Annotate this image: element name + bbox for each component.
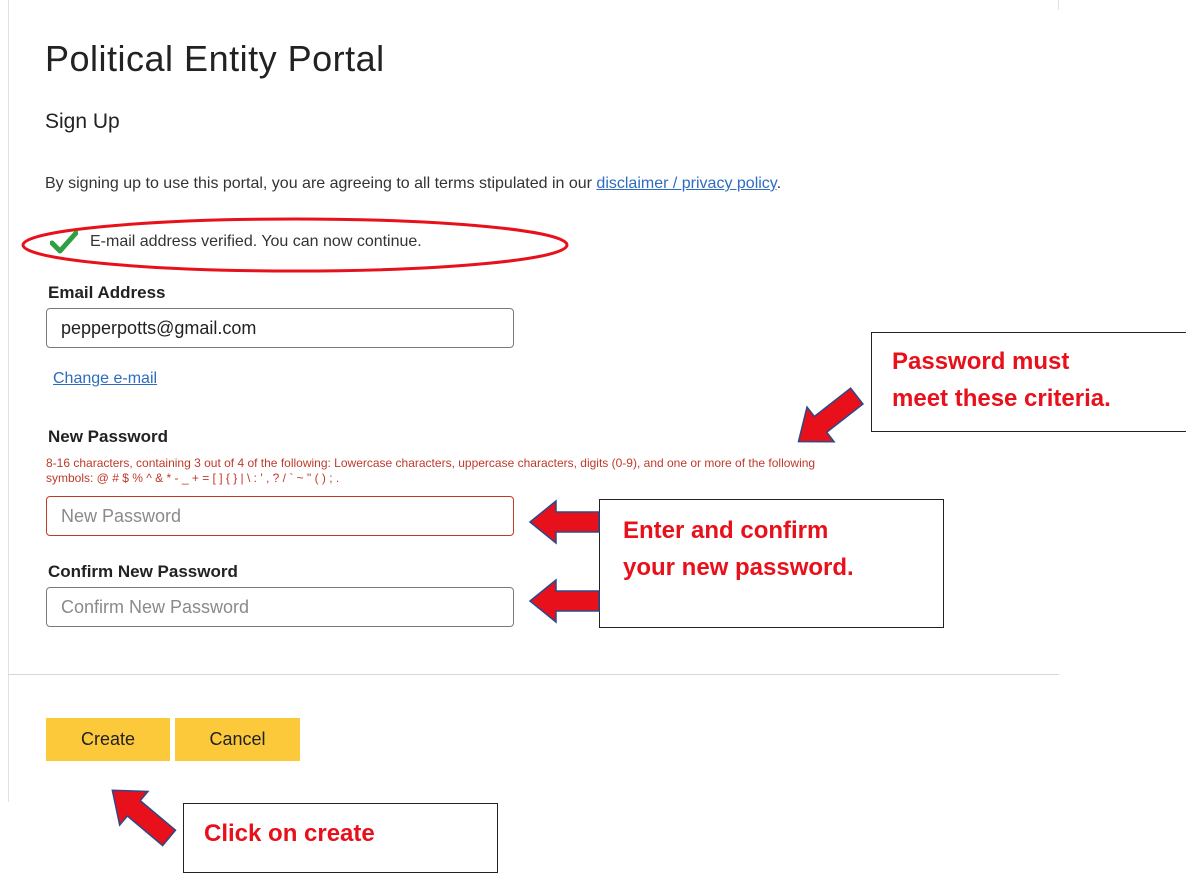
terms-text: By signing up to use this portal, you ar… xyxy=(45,175,597,192)
password-criteria-callout-line: Password must xyxy=(892,348,1070,375)
section-title: Sign Up xyxy=(45,110,120,133)
arrow-to-criteria-icon xyxy=(797,387,865,443)
confirm-password-field[interactable] xyxy=(46,587,514,627)
terms-notice: By signing up to use this portal, you ar… xyxy=(45,175,781,193)
password-criteria-text: 8-16 characters, containing 3 out of 4 o… xyxy=(46,456,816,485)
verification-message: E-mail address verified. You can now con… xyxy=(50,230,422,254)
checkmark-icon xyxy=(50,230,78,254)
click-create-callout-text: Click on create xyxy=(204,820,375,847)
cancel-button[interactable]: Cancel xyxy=(175,718,300,761)
page-frame-right-border xyxy=(1058,0,1059,10)
email-field[interactable] xyxy=(46,308,514,348)
page-frame-left-border xyxy=(8,0,9,802)
footer-divider xyxy=(8,674,1059,675)
create-button[interactable]: Create xyxy=(46,718,170,761)
arrow-to-create-icon xyxy=(111,789,177,847)
arrow-to-new-password-icon xyxy=(528,499,600,545)
email-label: Email Address xyxy=(48,283,166,302)
password-criteria-callout-line: meet these criteria. xyxy=(892,385,1111,412)
confirm-password-label: Confirm New Password xyxy=(48,562,238,581)
page-title: Political Entity Portal xyxy=(45,38,385,79)
new-password-field[interactable] xyxy=(46,496,514,536)
password-criteria-callout: Password must meet these criteria. xyxy=(871,332,1186,432)
enter-confirm-callout-line: Enter and confirm xyxy=(623,517,829,544)
privacy-policy-link[interactable]: disclaimer / privacy policy xyxy=(596,175,776,192)
click-create-callout: Click on create xyxy=(183,803,498,873)
new-password-label: New Password xyxy=(48,427,168,446)
arrow-to-confirm-password-icon xyxy=(528,578,600,624)
enter-confirm-callout: Enter and confirm your new password. xyxy=(599,499,944,628)
enter-confirm-callout-line: your new password. xyxy=(623,554,854,581)
terms-end: . xyxy=(776,175,782,192)
change-email-link[interactable]: Change e-mail xyxy=(53,370,157,388)
verification-text: E-mail address verified. You can now con… xyxy=(90,233,422,250)
